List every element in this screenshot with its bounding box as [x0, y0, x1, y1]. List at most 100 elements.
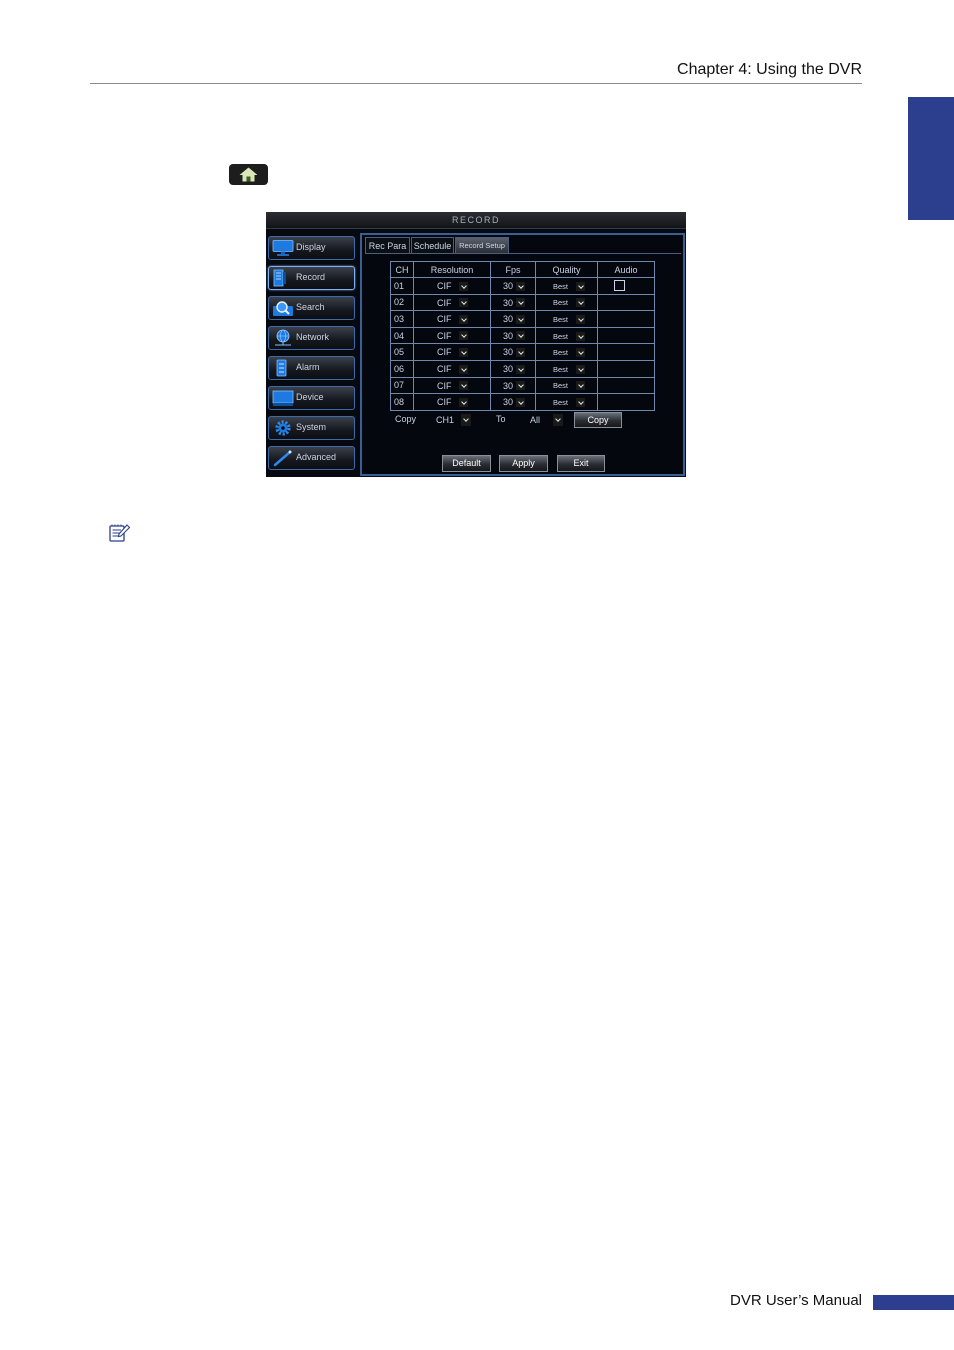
tab-schedule[interactable]: Schedule — [411, 237, 454, 253]
fps-value: 30 — [503, 364, 514, 375]
chevron-down-icon — [459, 281, 468, 291]
sidebar-item-alarm[interactable]: Alarm — [268, 356, 355, 380]
manual-page: Chapter 4: Using the DVR RECORD Display … — [0, 0, 954, 1350]
quality-dropdown[interactable]: Best — [553, 364, 585, 374]
resolution-dropdown[interactable]: CIF — [437, 280, 468, 291]
chevron-down-icon — [516, 331, 525, 341]
chevron-down-icon — [459, 381, 468, 391]
sidebar-item-search[interactable]: Search — [268, 296, 355, 320]
sidebar-item-advanced[interactable]: Advanced — [268, 446, 355, 470]
audio-cell — [597, 393, 655, 411]
quality-dropdown[interactable]: Best — [553, 281, 585, 291]
audio-cell — [597, 376, 655, 395]
copy-to-dropdown[interactable]: All — [530, 412, 563, 427]
sidebar-item-display[interactable]: Display — [268, 236, 355, 260]
column-header-fps: Fps — [490, 261, 536, 278]
audio-cell — [597, 277, 655, 295]
fps-dropdown[interactable]: 30 — [503, 380, 525, 391]
fps-dropdown[interactable]: 30 — [503, 397, 525, 407]
default-button[interactable]: Default — [442, 455, 491, 472]
audio-cell — [597, 326, 655, 345]
chevron-down-icon — [516, 397, 525, 407]
quality-dropdown[interactable]: Best — [553, 347, 585, 358]
tab-record-setup[interactable]: Record Setup — [455, 237, 509, 253]
resolution-dropdown[interactable]: CIF — [437, 297, 468, 308]
fps-value: 30 — [503, 281, 514, 292]
fps-dropdown[interactable]: 30 — [503, 347, 525, 358]
resolution-dropdown[interactable]: CIF — [437, 397, 468, 408]
fps-cell: 30 — [490, 393, 536, 411]
channel-cell: 01 — [390, 277, 414, 295]
quality-cell: Best — [535, 376, 598, 395]
chevron-down-icon — [576, 315, 585, 325]
quality-cell: Best — [535, 310, 598, 328]
resolution-dropdown[interactable]: CIF — [437, 363, 468, 374]
chevron-down-icon — [461, 413, 471, 426]
fps-value: 30 — [503, 380, 514, 391]
channel-cell: 05 — [390, 343, 414, 361]
resolution-dropdown[interactable]: CIF — [437, 314, 468, 324]
resolution-dropdown[interactable]: CIF — [437, 330, 468, 341]
resolution-dropdown[interactable]: CIF — [437, 347, 468, 358]
fps-cell: 30 — [490, 277, 536, 295]
quality-value: Best — [553, 331, 569, 341]
quality-dropdown[interactable]: Best — [553, 297, 585, 308]
copy-from-dropdown[interactable]: CH1 — [436, 412, 471, 427]
column-header-audio: Audio — [597, 261, 655, 278]
copy-to-label: To — [496, 414, 506, 424]
resolution-value: CIF — [437, 347, 452, 358]
note-icon — [107, 523, 131, 543]
sidebar-item-label: Record — [296, 272, 326, 282]
table-header-row: CH Resolution Fps Quality Audio — [390, 261, 655, 278]
fps-value: 30 — [503, 347, 514, 358]
chevron-down-icon — [576, 281, 585, 291]
chevron-down-icon — [459, 298, 468, 308]
network-icon — [272, 329, 294, 347]
quality-cell: Best — [535, 293, 598, 312]
tab-rec-para[interactable]: Rec Para — [365, 237, 410, 253]
resolution-dropdown[interactable]: CIF — [437, 380, 468, 391]
chevron-down-icon — [576, 348, 585, 358]
fps-dropdown[interactable]: 30 — [503, 363, 525, 374]
sidebar-item-system[interactable]: System — [268, 416, 355, 440]
copy-from-value: CH1 — [436, 414, 455, 425]
copy-button[interactable]: Copy — [574, 412, 622, 428]
channel-cell: 06 — [390, 359, 414, 378]
chevron-down-icon — [516, 314, 525, 324]
sidebar-item-label: Search — [296, 302, 325, 312]
sidebar-item-label: Network — [296, 332, 330, 342]
alarm-icon — [272, 359, 294, 377]
fps-value: 30 — [503, 297, 514, 308]
quality-dropdown[interactable]: Best — [553, 397, 585, 408]
fps-dropdown[interactable]: 30 — [503, 280, 525, 291]
channel-cell: 07 — [390, 376, 414, 395]
quality-dropdown[interactable]: Best — [553, 314, 585, 325]
column-header-ch: CH — [390, 261, 414, 278]
quality-value: Best — [553, 364, 569, 374]
sidebar-item-network[interactable]: Network — [268, 326, 355, 350]
quality-cell: Best — [535, 326, 598, 345]
sidebar-item-device[interactable]: Device — [268, 386, 355, 410]
chevron-down-icon — [459, 364, 468, 374]
fps-dropdown[interactable]: 30 — [503, 297, 525, 308]
quality-dropdown[interactable]: Best — [553, 331, 585, 341]
footer-title: DVR User’s Manual — [730, 1292, 862, 1309]
apply-button[interactable]: Apply — [499, 455, 548, 472]
resolution-value: CIF — [437, 297, 452, 308]
fps-value: 30 — [503, 330, 514, 341]
resolution-cell: CIF — [413, 277, 491, 295]
fps-cell: 30 — [490, 359, 536, 378]
audio-cell — [597, 359, 655, 378]
chevron-down-icon — [576, 381, 585, 391]
channel-cell: 04 — [390, 326, 414, 345]
quality-cell: Best — [535, 359, 598, 378]
dvr-record-screen: RECORD Display Record Search Network Ala… — [266, 212, 686, 477]
fps-dropdown[interactable]: 30 — [503, 314, 525, 324]
resolution-value: CIF — [437, 397, 452, 408]
quality-dropdown[interactable]: Best — [553, 380, 585, 391]
audio-checkbox[interactable] — [614, 280, 625, 292]
exit-button[interactable]: Exit — [557, 455, 605, 472]
fps-dropdown[interactable]: 30 — [503, 330, 525, 341]
table-row: 08 CIF 30 Best — [390, 393, 655, 411]
sidebar-item-record[interactable]: Record — [268, 266, 355, 290]
